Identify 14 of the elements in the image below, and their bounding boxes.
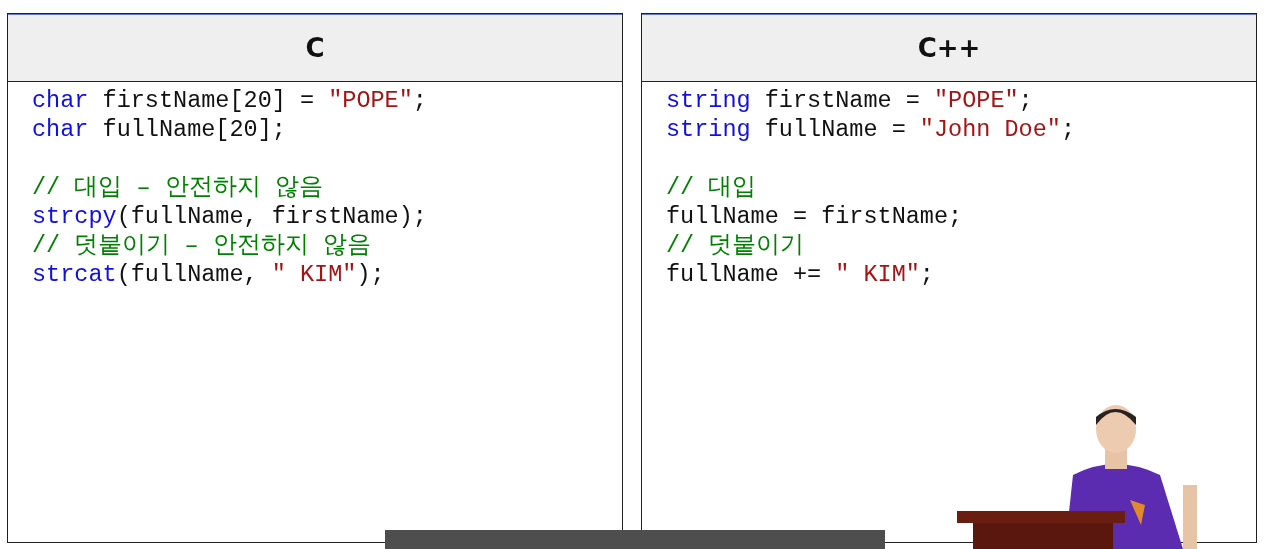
code-line: // 대입 – 안전하지 않음 xyxy=(32,174,323,201)
code-line: // 대입 xyxy=(666,174,757,201)
code-line: strcpy(fullName, firstName); xyxy=(32,203,427,230)
panel-title: C xyxy=(305,33,325,63)
code-line: // 덧붙이기 xyxy=(666,232,805,259)
code-line: // 덧붙이기 – 안전하지 않음 xyxy=(32,232,371,259)
code-line: fullName = firstName; xyxy=(666,203,963,230)
code-line: char fullName[20]; xyxy=(32,116,286,143)
code-line: char firstName[20] = "POPE"; xyxy=(32,87,427,114)
code-line: string firstName = "POPE"; xyxy=(666,87,1033,114)
code-line: strcat(fullName, " KIM"); xyxy=(32,261,385,288)
panel-title: C++ xyxy=(917,33,981,63)
code-line: string fullName = "John Doe"; xyxy=(666,116,1075,143)
code-line: fullName += " KIM"; xyxy=(666,261,934,288)
